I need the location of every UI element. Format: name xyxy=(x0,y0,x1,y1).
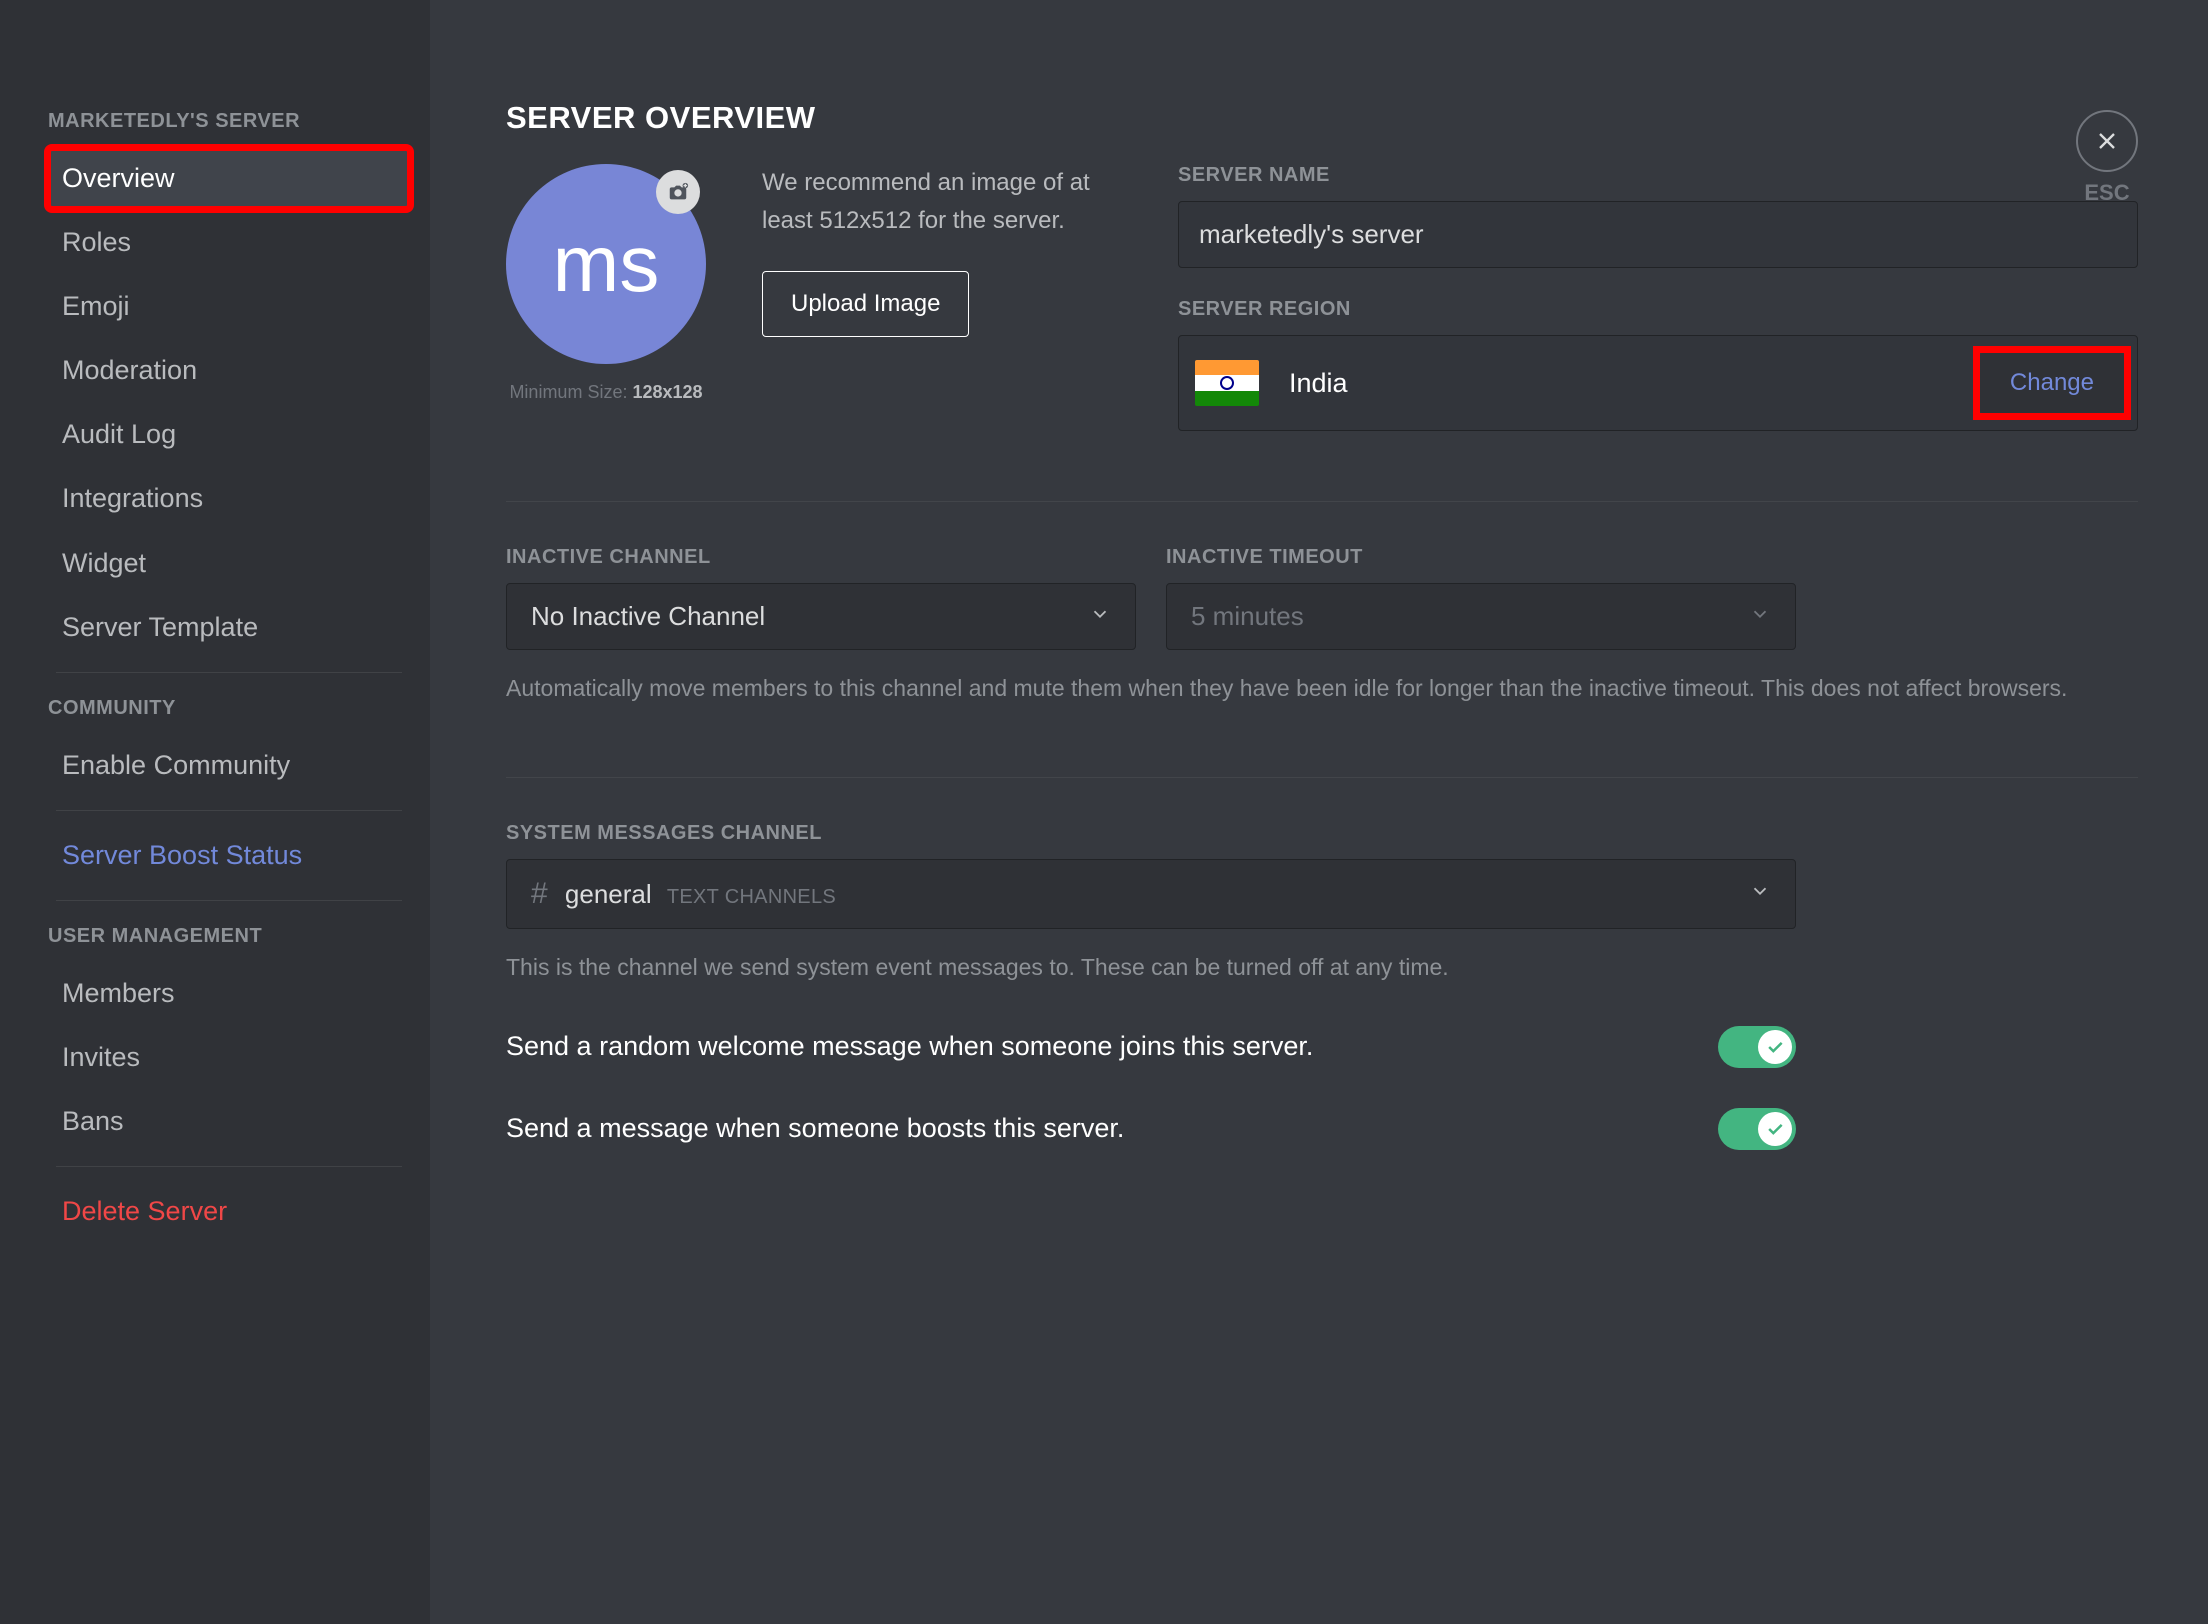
chevron-down-icon xyxy=(1749,878,1771,909)
page-title: SERVER OVERVIEW xyxy=(506,100,2138,136)
server-name-input[interactable] xyxy=(1178,201,2138,268)
settings-sidebar: MARKETEDLY'S SERVER Overview Roles Emoji… xyxy=(0,0,430,1624)
sidebar-item-widget[interactable]: Widget xyxy=(48,533,410,594)
sidebar-item-boost-status[interactable]: Server Boost Status xyxy=(48,825,410,886)
welcome-message-toggle-label: Send a random welcome message when someo… xyxy=(506,1031,1313,1062)
sidebar-item-bans[interactable]: Bans xyxy=(48,1091,410,1152)
min-size-text: Minimum Size: 128x128 xyxy=(509,382,702,403)
hash-icon: # xyxy=(531,877,548,910)
divider xyxy=(506,777,2138,778)
close-label: ESC xyxy=(2084,180,2129,206)
system-channel-label: SYSTEM MESSAGES CHANNEL xyxy=(506,822,2138,845)
sidebar-header-user-mgmt: USER MANAGEMENT xyxy=(48,915,410,960)
upload-image-icon xyxy=(656,170,700,214)
welcome-message-toggle[interactable] xyxy=(1718,1026,1796,1068)
change-region-button[interactable]: Change xyxy=(1980,353,2124,413)
inactive-timeout-label: INACTIVE TIMEOUT xyxy=(1166,546,1796,569)
inactive-channel-value: No Inactive Channel xyxy=(531,601,765,632)
sidebar-item-members[interactable]: Members xyxy=(48,963,410,1024)
sidebar-item-audit-log[interactable]: Audit Log xyxy=(48,404,410,465)
upload-image-button[interactable]: Upload Image xyxy=(762,271,969,337)
system-channel-value: general xyxy=(565,879,652,909)
sidebar-item-delete-server[interactable]: Delete Server xyxy=(48,1181,410,1242)
sidebar-item-server-template[interactable]: Server Template xyxy=(48,597,410,658)
main-panel: ESC SERVER OVERVIEW ms Minimum Size: 128… xyxy=(430,0,2208,1624)
server-region-label: SERVER REGION xyxy=(1178,298,2138,321)
check-icon xyxy=(1758,1112,1792,1146)
sidebar-item-enable-community[interactable]: Enable Community xyxy=(48,735,410,796)
sidebar-item-integrations[interactable]: Integrations xyxy=(48,468,410,529)
sidebar-header-server: MARKETEDLY'S SERVER xyxy=(48,100,410,145)
inactive-help-text: Automatically move members to this chann… xyxy=(506,670,2138,707)
system-channel-group: TEXT CHANNELS xyxy=(667,886,836,908)
divider xyxy=(56,672,402,673)
avatar-text: ms xyxy=(553,218,660,310)
divider xyxy=(56,810,402,811)
check-icon xyxy=(1758,1030,1792,1064)
chevron-down-icon xyxy=(1089,601,1111,632)
system-channel-select[interactable]: # general TEXT CHANNELS xyxy=(506,859,1796,929)
server-region-row: India Change xyxy=(1178,335,2138,431)
region-name: India xyxy=(1279,368,1953,399)
inactive-timeout-select[interactable]: 5 minutes xyxy=(1166,583,1796,650)
sidebar-item-moderation[interactable]: Moderation xyxy=(48,340,410,401)
divider xyxy=(506,501,2138,502)
india-flag-icon xyxy=(1195,360,1259,406)
recommend-text: We recommend an image of at least 512x51… xyxy=(762,164,1122,241)
sidebar-item-roles[interactable]: Roles xyxy=(48,212,410,273)
system-help-text: This is the channel we send system event… xyxy=(506,949,2138,986)
close-button[interactable]: ESC xyxy=(2076,110,2138,206)
boost-message-toggle[interactable] xyxy=(1718,1108,1796,1150)
sidebar-item-overview[interactable]: Overview xyxy=(48,148,410,209)
close-icon xyxy=(2076,110,2138,172)
divider xyxy=(56,900,402,901)
sidebar-item-emoji[interactable]: Emoji xyxy=(48,276,410,337)
divider xyxy=(56,1166,402,1167)
inactive-timeout-value: 5 minutes xyxy=(1191,601,1304,632)
boost-message-toggle-label: Send a message when someone boosts this … xyxy=(506,1113,1124,1144)
inactive-channel-select[interactable]: No Inactive Channel xyxy=(506,583,1136,650)
server-name-label: SERVER NAME xyxy=(1178,164,2138,187)
inactive-channel-label: INACTIVE CHANNEL xyxy=(506,546,1136,569)
server-avatar[interactable]: ms xyxy=(506,164,706,364)
sidebar-header-community: COMMUNITY xyxy=(48,687,410,732)
chevron-down-icon xyxy=(1749,601,1771,632)
sidebar-item-invites[interactable]: Invites xyxy=(48,1027,410,1088)
